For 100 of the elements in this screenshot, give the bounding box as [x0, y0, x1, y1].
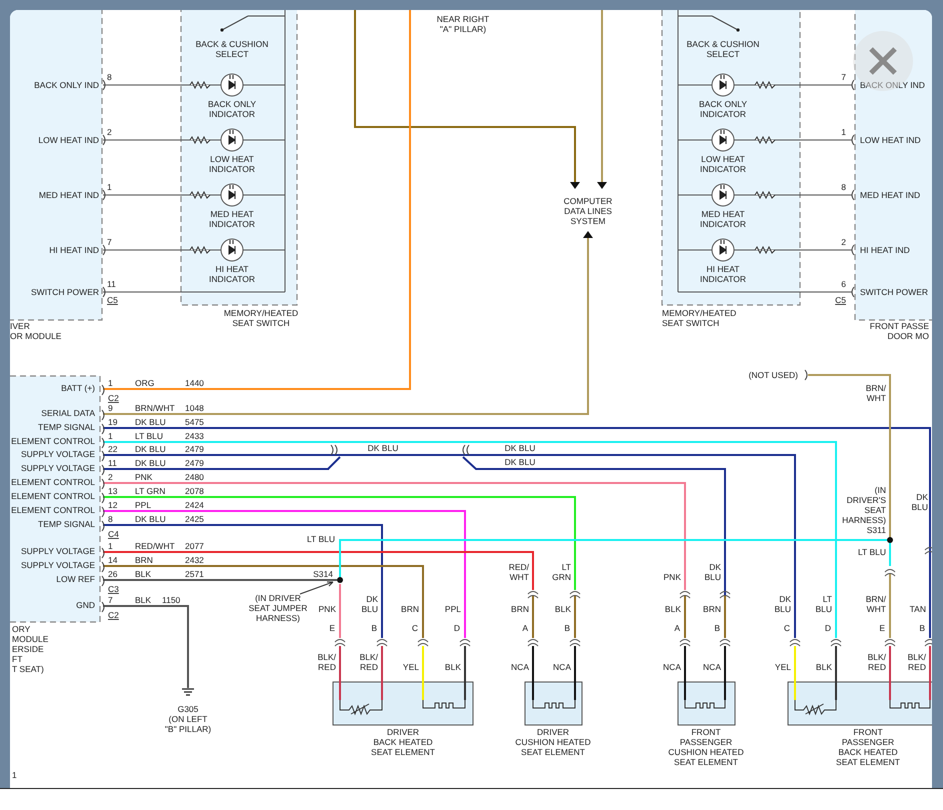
- heater-drawing: [532, 700, 576, 708]
- wire-label: BRN: [511, 604, 529, 614]
- wire-color-label: BRN: [135, 555, 153, 565]
- connector-icon: [102, 478, 104, 490]
- wire-label: BRN: [401, 604, 419, 614]
- close-button[interactable]: [853, 31, 913, 91]
- signal-label: SERIAL DATA: [41, 408, 95, 418]
- signal-label: LOW HEAT IND: [38, 135, 99, 145]
- pin-number: 14: [108, 555, 118, 565]
- ground-label: G305 (ON LEFT "B" PILLAR): [164, 704, 212, 734]
- element-title: DRIVER BACK HEATED SEAT ELEMENT: [371, 727, 435, 757]
- connector-icon: [852, 190, 854, 200]
- pin-number: 12: [108, 500, 118, 510]
- switch-label: MEMORY/HEATED SEAT SWITCH: [224, 308, 298, 328]
- connector-icon: [102, 438, 104, 448]
- connector-icon: [924, 639, 932, 646]
- pin-number: 19: [108, 417, 118, 427]
- wire-color-label: BLK: [135, 569, 152, 579]
- resistor-icon: [754, 80, 776, 90]
- pin-number: 26: [108, 569, 118, 579]
- signal-label: SWITCH POWER: [31, 287, 99, 297]
- wire-label: LT GRN: [552, 562, 571, 582]
- signal-label: LOW HEAT IND: [860, 135, 921, 145]
- signal-label: TEMP SIGNAL: [38, 519, 95, 529]
- connector-label: C2: [108, 610, 119, 620]
- led-icon: [220, 74, 244, 96]
- seat-element-box: [524, 682, 582, 726]
- select-label: BACK & CUSHION SELECT: [196, 39, 268, 59]
- splice-dot: [337, 577, 343, 583]
- wire-label: BLK: [664, 604, 681, 614]
- pin-number: 11: [107, 279, 116, 289]
- resistor-icon: [190, 80, 210, 90]
- connector-icon: [852, 134, 854, 146]
- connector-icon: [884, 639, 896, 646]
- splice-dot: [887, 537, 893, 543]
- wire-label: DK BLU: [704, 562, 721, 582]
- pin-letter: A: [674, 623, 680, 633]
- connector-icon: [102, 384, 104, 396]
- location-note: NEAR RIGHT "A" PILLAR): [436, 14, 490, 34]
- leader-arrow: [300, 582, 334, 594]
- connector-icon: [570, 639, 580, 646]
- circuit-number: 2424: [185, 500, 204, 510]
- wire-label: BRN: [703, 604, 721, 614]
- resistor-icon: [190, 190, 210, 200]
- indicator-label: HI HEAT INDICATOR: [700, 264, 746, 284]
- signal-label: BATT (+): [61, 383, 95, 393]
- pin-letter: B: [714, 623, 720, 633]
- led-icon: [712, 238, 734, 262]
- signal-label: HI HEAT IND: [49, 245, 99, 255]
- led-icon: [712, 128, 734, 152]
- led-icon: [712, 184, 734, 206]
- led-icon: [220, 238, 244, 262]
- connector-icon: [334, 639, 346, 646]
- connector-icon: [680, 639, 690, 646]
- wire-label: BLK/ RED: [360, 652, 378, 672]
- wire-color-label: DK BLU: [135, 514, 166, 524]
- connector-icon: [528, 639, 538, 646]
- switch-icon: [678, 16, 740, 32]
- circuit-number: 1440: [185, 378, 204, 388]
- element-title: DRIVER CUSHION HEATED SEAT ELEMENT: [515, 727, 591, 757]
- page-number: 1: [12, 770, 17, 780]
- signal-label: SUPPLY VOLTAGE: [20, 560, 95, 570]
- module-label: FRONT PASSE DOOR MO: [870, 321, 929, 341]
- wire-color-label: DK BLU: [135, 417, 166, 427]
- connector-icon: [830, 639, 842, 646]
- circuit-number: 2078: [185, 486, 204, 496]
- connector-icon: [528, 591, 538, 598]
- select-label: BACK & CUSHION SELECT: [686, 39, 760, 59]
- connector-icon: [460, 639, 470, 646]
- pin-number: 6: [841, 279, 846, 289]
- close-icon: [868, 46, 898, 76]
- connector-icon: [102, 134, 106, 146]
- resistor-icon: [754, 136, 776, 144]
- arrow-icon: [583, 231, 593, 238]
- led-icon: [220, 184, 244, 206]
- wire-label: DK BLU: [368, 443, 398, 453]
- wire-color-label: PNK: [135, 472, 152, 482]
- pin-letter: D: [824, 623, 831, 633]
- pin-number: 1: [108, 431, 113, 441]
- signal-label: SWITCH POWER: [860, 287, 928, 297]
- signal-label: ELEMENT CONTROL: [11, 477, 95, 487]
- wire-label: PPL: [444, 604, 461, 614]
- signal-label: ELEMENT CONTROL: [11, 491, 95, 501]
- connector-icon: [102, 80, 106, 90]
- connector-icon: [330, 444, 338, 456]
- ground-icon: [181, 688, 195, 696]
- connector-icon: [102, 506, 104, 518]
- connector-icon: [570, 591, 580, 598]
- connector-icon: [852, 286, 854, 298]
- circuit-number: 2479: [185, 444, 204, 454]
- connector-icon: [720, 591, 730, 598]
- pin-letter: D: [454, 623, 460, 633]
- pin-number: 7: [841, 72, 846, 82]
- wire-color-label: LT BLU: [135, 431, 164, 441]
- wire-label: BLK: [816, 662, 832, 672]
- signal-label: SUPPLY VOLTAGE: [20, 449, 95, 459]
- led-icon: [220, 128, 244, 152]
- switch-icon: [220, 16, 286, 32]
- pin-letter: C: [412, 623, 418, 633]
- wire-label: DK BLU: [911, 492, 928, 512]
